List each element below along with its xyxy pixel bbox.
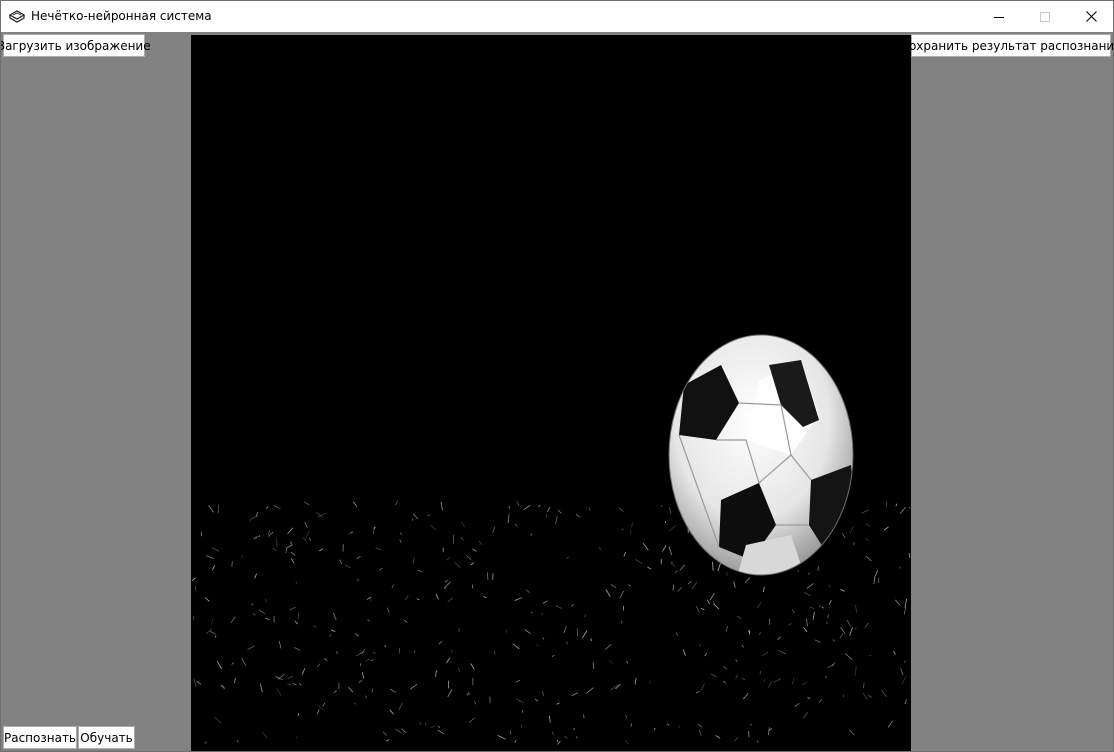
maximize-icon: [1040, 11, 1050, 22]
close-icon: [1085, 11, 1097, 22]
recognize-button[interactable]: Распознать: [3, 726, 77, 749]
minimize-icon: [994, 16, 1004, 18]
image-preview: [191, 35, 911, 751]
minimize-button[interactable]: [976, 1, 1022, 32]
app-window: Нечётко-нейронная система Загрузить изоб…: [0, 0, 1114, 752]
close-button[interactable]: [1068, 1, 1113, 32]
maximize-button[interactable]: [1022, 1, 1068, 32]
app-icon: [9, 10, 25, 23]
save-result-button[interactable]: Сохранить результат распознания: [901, 34, 1113, 57]
load-image-button[interactable]: Загрузить изображение: [1, 34, 151, 57]
window-title: Нечётко-нейронная система: [31, 9, 212, 23]
soccer-ball-image: [191, 35, 911, 751]
train-button[interactable]: Обучать: [78, 726, 135, 749]
title-bar[interactable]: Нечётко-нейронная система: [1, 1, 1113, 32]
client-area: Загрузить изображение Сохранить результа…: [1, 32, 1113, 751]
